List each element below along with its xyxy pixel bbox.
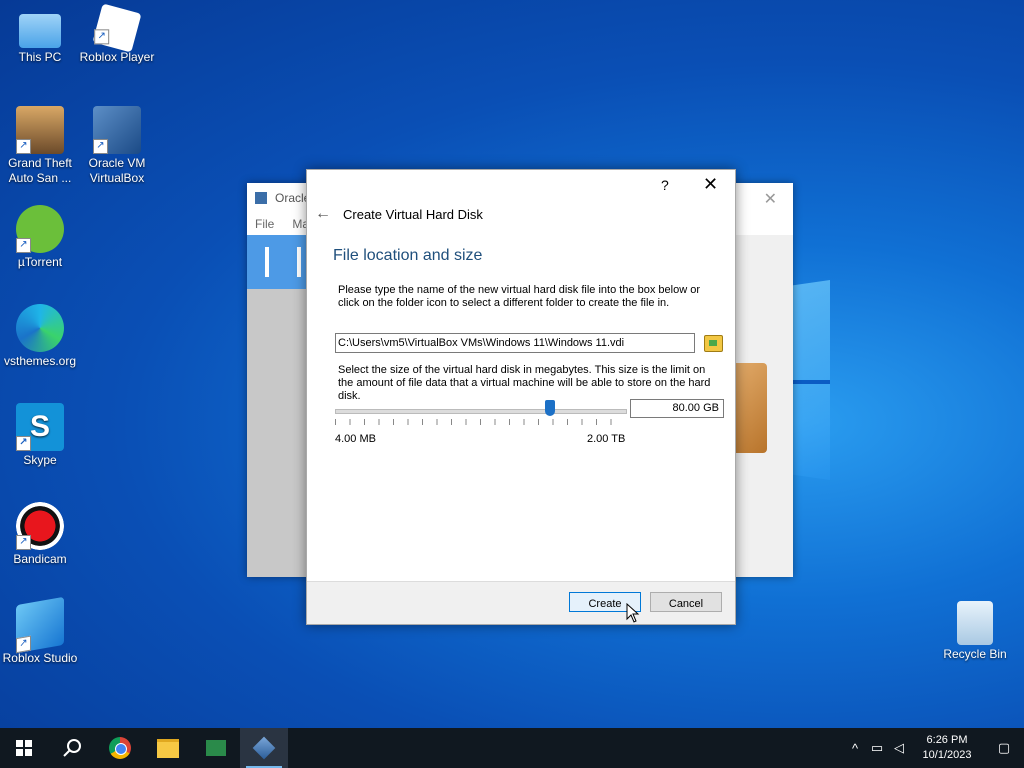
gta-icon: ↗ (16, 106, 64, 154)
desktop-icon-skype[interactable]: S ↗ Skype (0, 403, 80, 468)
desktop-icon-label: Roblox Studio (2, 651, 78, 665)
desktop-icon-label: Skype (23, 453, 57, 467)
system-tray: ^ ▭ ◁ 6:26 PM 10/1/2023 ▢ (844, 728, 1024, 768)
utorrent-icon: ↗ (16, 205, 64, 253)
close-icon[interactable]: ✕ (703, 174, 718, 195)
file-location-row: C:\Users\vm5\VirtualBox VMs\Windows 11\W… (335, 333, 723, 353)
menu-item-file[interactable]: File (255, 217, 274, 231)
shortcut-arrow-icon: ↗ (16, 635, 31, 654)
disk-size-input[interactable]: 80.00 GB (630, 399, 724, 418)
clock-date: 10/1/2023 (922, 749, 972, 761)
cancel-button[interactable]: Cancel (650, 592, 722, 612)
dialog-titlebar[interactable]: ? ✕ (307, 170, 735, 202)
network-icon[interactable]: ▭ (866, 740, 888, 756)
app-icon (206, 740, 226, 756)
slider-ticks (335, 419, 625, 425)
desktop-icon-label: Recycle Bin (943, 647, 1007, 661)
section-title: File location and size (333, 247, 483, 264)
taskbar-chrome[interactable] (96, 728, 144, 768)
desktop-icon-vsthemes[interactable]: vsthemes.org (0, 304, 80, 369)
size-description: Select the size of the virtual hard disk… (338, 364, 711, 402)
volume-muted-icon[interactable]: ◁ (888, 740, 910, 756)
create-virtual-hard-disk-dialog[interactable]: ? ✕ ← Create Virtual Hard Disk File loca… (306, 169, 736, 625)
desktop-icon-recycle-bin[interactable]: Recycle Bin (935, 601, 1015, 662)
bandicam-record-icon: ↗ (16, 502, 64, 550)
slider-min-label: 4.00 MB (335, 433, 376, 445)
folder-icon[interactable] (704, 334, 723, 352)
desktop-icon-roblox-player[interactable]: ↗ Roblox Player (77, 3, 157, 65)
desktop-icon-label: This PC (18, 50, 62, 64)
roblox-studio-icon: ↗ (16, 596, 64, 654)
disk-size-slider[interactable] (335, 400, 627, 416)
folder-icon (157, 738, 179, 758)
virtualbox-icon: ↗ (93, 106, 141, 154)
recycle-bin-icon (957, 601, 993, 645)
location-description: Please type the name of the new virtual … (338, 284, 700, 309)
roblox-icon: ↗ (92, 3, 142, 53)
close-icon[interactable]: ✕ (764, 189, 777, 209)
desktop-icon-gta-san-andreas[interactable]: ↗ Grand Theft Auto San ... (0, 106, 80, 186)
tools-icon (265, 247, 301, 277)
desktop-icon-label: Oracle VM VirtualBox (88, 156, 146, 185)
taskbar: ^ ▭ ◁ 6:26 PM 10/1/2023 ▢ (0, 728, 1024, 768)
taskbar-virtualbox[interactable] (240, 728, 288, 768)
desktop-icon-label: Bandicam (13, 552, 67, 566)
notification-icon[interactable]: ▢ (984, 740, 1024, 756)
file-path-input[interactable]: C:\Users\vm5\VirtualBox VMs\Windows 11\W… (335, 333, 695, 353)
desktop-icon-label: µTorrent (17, 255, 63, 269)
virtualbox-icon (252, 736, 276, 760)
dialog-header: ← Create Virtual Hard Disk (307, 202, 735, 226)
clock-time: 6:26 PM (926, 734, 968, 746)
shortcut-arrow-icon: ↗ (16, 238, 31, 253)
machine-list-panel (247, 289, 307, 577)
shortcut-arrow-icon: ↗ (93, 139, 108, 154)
chrome-icon (109, 737, 131, 759)
taskbar-file-explorer[interactable] (144, 728, 192, 768)
computer-icon (19, 14, 61, 48)
desktop-icon-bandicam[interactable]: ↗ Bandicam (0, 502, 80, 567)
desktop-icon-label: Roblox Player (79, 50, 155, 64)
skype-icon: S ↗ (16, 403, 64, 451)
search-button[interactable] (48, 728, 96, 768)
desktop-icon-roblox-studio[interactable]: ↗ Roblox Studio (0, 596, 80, 666)
shortcut-arrow-icon: ↗ (94, 29, 110, 45)
help-icon[interactable]: ? (661, 177, 669, 193)
slider-handle[interactable] (545, 400, 555, 416)
back-arrow-icon[interactable]: ← (315, 205, 331, 223)
desktop-icon-this-pc[interactable]: This PC (0, 10, 80, 65)
slider-max-label: 2.00 TB (587, 433, 626, 445)
dialog-title: Create Virtual Hard Disk (343, 206, 483, 222)
dialog-footer: Create Cancel (307, 581, 735, 624)
shortcut-arrow-icon: ↗ (16, 535, 31, 550)
virtualbox-icon (255, 192, 267, 204)
desktop-icon-virtualbox[interactable]: ↗ Oracle VM VirtualBox (77, 106, 157, 186)
shortcut-arrow-icon: ↗ (16, 436, 31, 451)
search-icon (63, 739, 81, 757)
clock[interactable]: 6:26 PM 10/1/2023 (910, 733, 984, 763)
desktop-icon-label: vsthemes.org (3, 354, 77, 368)
slider-track (335, 409, 627, 414)
taskbar-app[interactable] (192, 728, 240, 768)
shortcut-arrow-icon: ↗ (16, 139, 31, 154)
desktop-icon-utorrent[interactable]: ↗ µTorrent (0, 205, 80, 270)
mouse-cursor-icon (626, 603, 640, 623)
edge-icon (16, 304, 64, 352)
windows-start-icon (16, 740, 32, 756)
start-button[interactable] (0, 728, 48, 768)
chevron-up-icon[interactable]: ^ (844, 741, 866, 756)
desktop-icon-label: Grand Theft Auto San ... (8, 156, 72, 185)
tools-button[interactable] (247, 235, 307, 289)
